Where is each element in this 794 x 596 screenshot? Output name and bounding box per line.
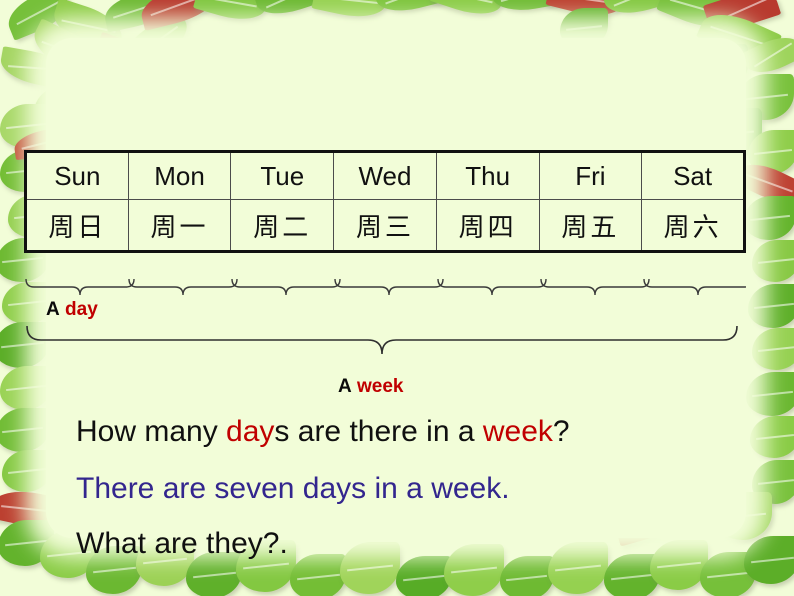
leaf-icon <box>744 536 794 584</box>
cell-mon-en: Mon <box>127 151 232 200</box>
days-of-week-table: Sun Mon Tue Wed Thu Fri Sat 周日 周一 周二 周三 … <box>24 150 746 253</box>
red-leaf-icon <box>702 0 782 37</box>
label-a-week-prefix: A <box>338 376 352 397</box>
leaf-icon <box>101 0 173 33</box>
leaf-icon <box>650 540 708 590</box>
leaf-icon <box>746 372 794 416</box>
cell-sat-zh: 周六 <box>641 199 745 252</box>
leaf-icon <box>500 556 554 596</box>
table-row-english: Sun Mon Tue Wed Thu Fri Sat <box>25 151 745 200</box>
leaf-icon <box>444 544 504 596</box>
cell-tue-en: Tue <box>230 151 335 200</box>
label-a-week-word: week <box>357 376 404 397</box>
leaf-icon <box>1 0 75 41</box>
cell-sun-en: Sun <box>25 151 129 200</box>
day-brace <box>334 278 444 296</box>
day-brace <box>437 278 547 296</box>
cell-sat-en: Sat <box>641 151 745 200</box>
question-part-1: How many <box>76 415 227 448</box>
leaf-icon <box>752 328 794 370</box>
leaf-icon <box>311 0 389 24</box>
leaf-icon <box>373 0 445 18</box>
question-line: How many days are there in a week? <box>76 415 570 449</box>
cell-wed-zh: 周三 <box>333 199 437 252</box>
label-a-day: A day <box>46 299 98 321</box>
day-brace <box>540 278 650 296</box>
question-highlight-day: day <box>226 415 275 448</box>
leaf-icon <box>604 554 660 596</box>
leaf-icon <box>752 240 794 282</box>
cell-mon-zh: 周一 <box>127 199 232 252</box>
leaf-icon <box>600 0 676 21</box>
leaf-icon <box>700 552 756 596</box>
leaf-icon <box>253 0 327 22</box>
leaf-icon <box>748 130 794 174</box>
leaf-icon <box>0 520 54 566</box>
leaf-icon <box>748 284 794 328</box>
red-leaf-icon <box>545 0 625 23</box>
label-a-day-word: day <box>65 299 98 320</box>
leaf-icon <box>656 0 736 37</box>
leaf-icon <box>548 542 608 594</box>
table-row-chinese: 周日 周一 周二 周三 周四 周五 周六 <box>25 199 745 252</box>
followup-line: What are they?. <box>76 527 288 560</box>
leaf-icon <box>429 0 505 23</box>
leaf-icon <box>752 460 794 504</box>
week-brace <box>26 325 738 355</box>
label-a-week: A week <box>338 376 404 398</box>
cell-wed-en: Wed <box>333 151 437 200</box>
red-leaf-icon <box>137 0 221 31</box>
leaf-icon <box>489 0 563 16</box>
leaf-icon <box>340 542 400 594</box>
day-brace <box>231 278 341 296</box>
answer-line: There are seven days in a week. <box>76 472 510 505</box>
leaf-icon <box>0 408 50 452</box>
leaf-icon <box>396 556 452 596</box>
question-highlight-week: week <box>482 415 553 448</box>
day-brace <box>128 278 238 296</box>
day-brace <box>643 278 746 296</box>
leaf-icon <box>738 74 794 120</box>
leaf-icon <box>740 28 794 82</box>
cell-fri-en: Fri <box>538 151 643 200</box>
leaf-icon <box>744 196 794 240</box>
cell-thu-en: Thu <box>435 151 540 200</box>
leaf-icon <box>192 0 270 28</box>
leaf-icon <box>290 554 346 596</box>
day-brace <box>25 278 135 296</box>
label-a-day-prefix: A <box>46 299 60 320</box>
per-day-brace-group <box>25 278 746 296</box>
slide-canvas: Sun Mon Tue Wed Thu Fri Sat 周日 周一 周二 周三 … <box>0 0 794 596</box>
cell-thu-zh: 周四 <box>435 199 540 252</box>
leaf-icon <box>750 416 794 458</box>
cell-fri-zh: 周五 <box>538 199 643 252</box>
cell-tue-zh: 周二 <box>230 199 335 252</box>
question-part-2: s are there in a <box>274 415 483 448</box>
question-part-3: ? <box>552 415 570 448</box>
leaf-icon <box>0 366 52 410</box>
leaf-icon <box>2 450 52 492</box>
cell-sun-zh: 周日 <box>25 199 129 252</box>
